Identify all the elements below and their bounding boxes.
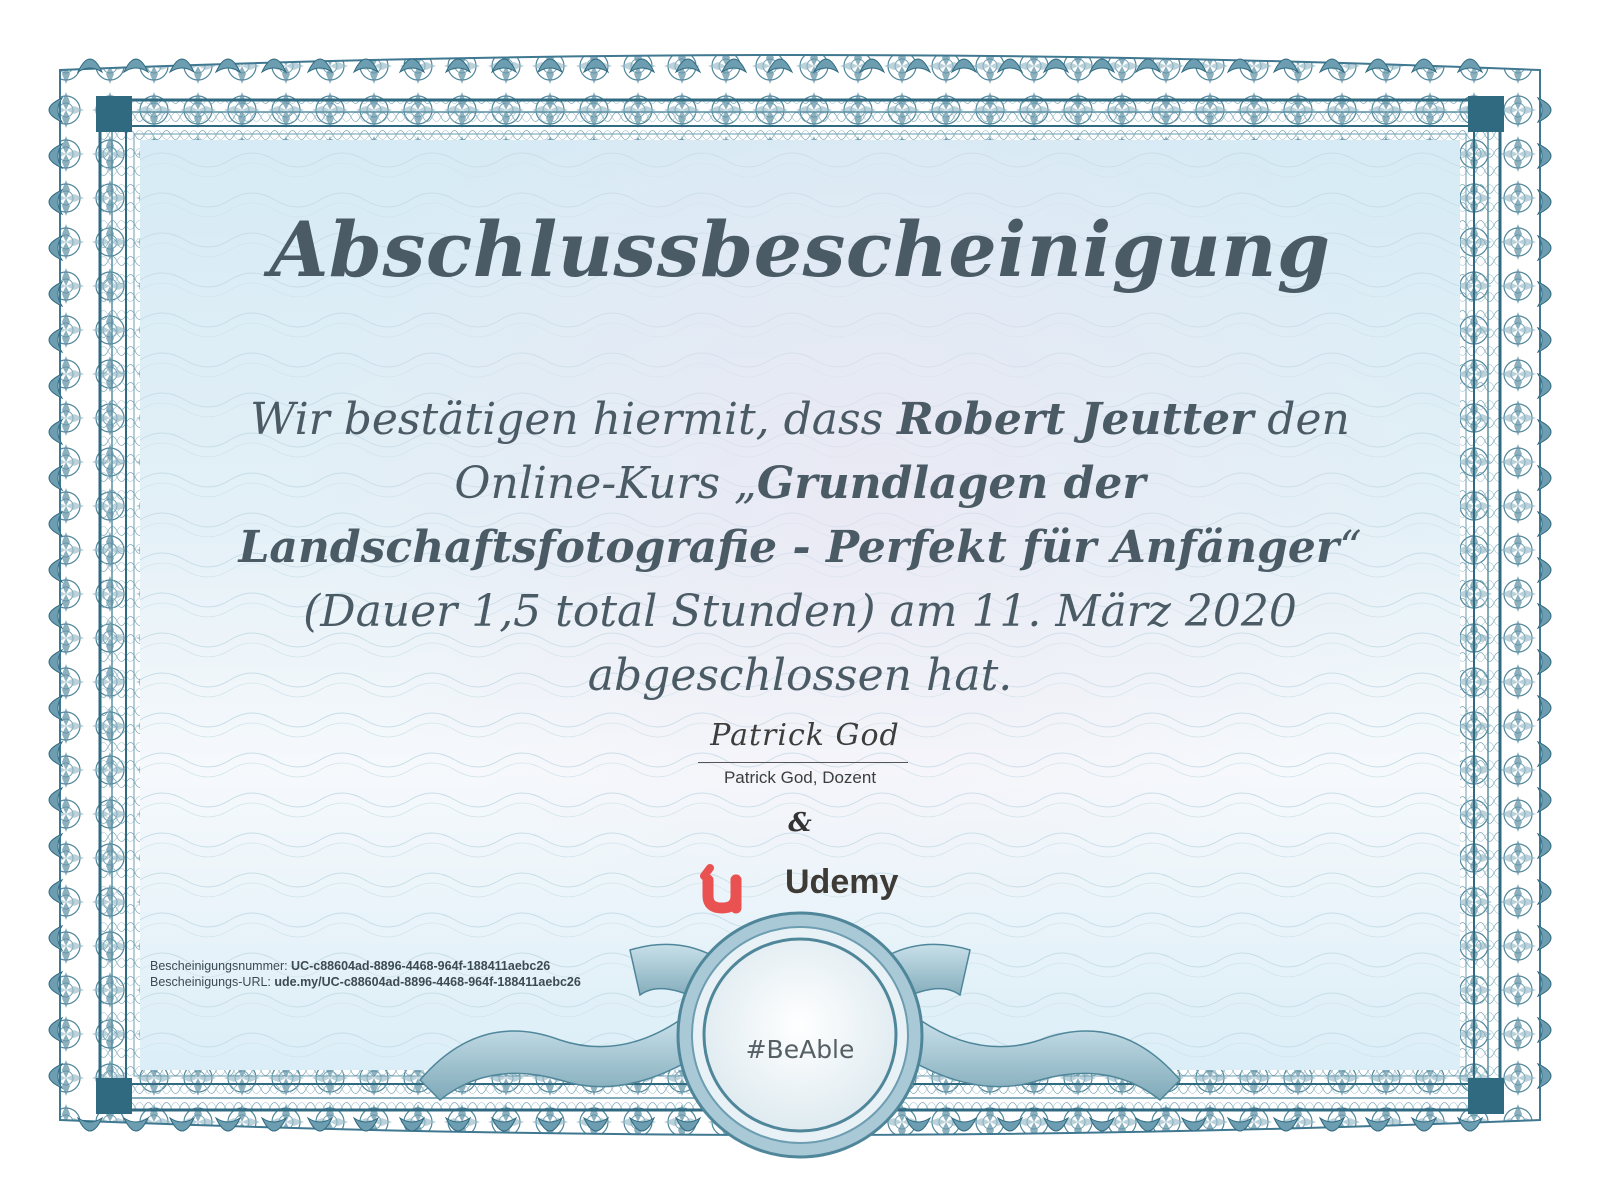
ribbon-left [418, 943, 721, 1102]
seal-emblem [418, 911, 1182, 1159]
ribbon-right [879, 943, 1182, 1102]
certificate-page: Abschlussbescheinigung Wir bestätigen hi… [0, 0, 1600, 1190]
seal-text: #BeAble [745, 1035, 855, 1064]
